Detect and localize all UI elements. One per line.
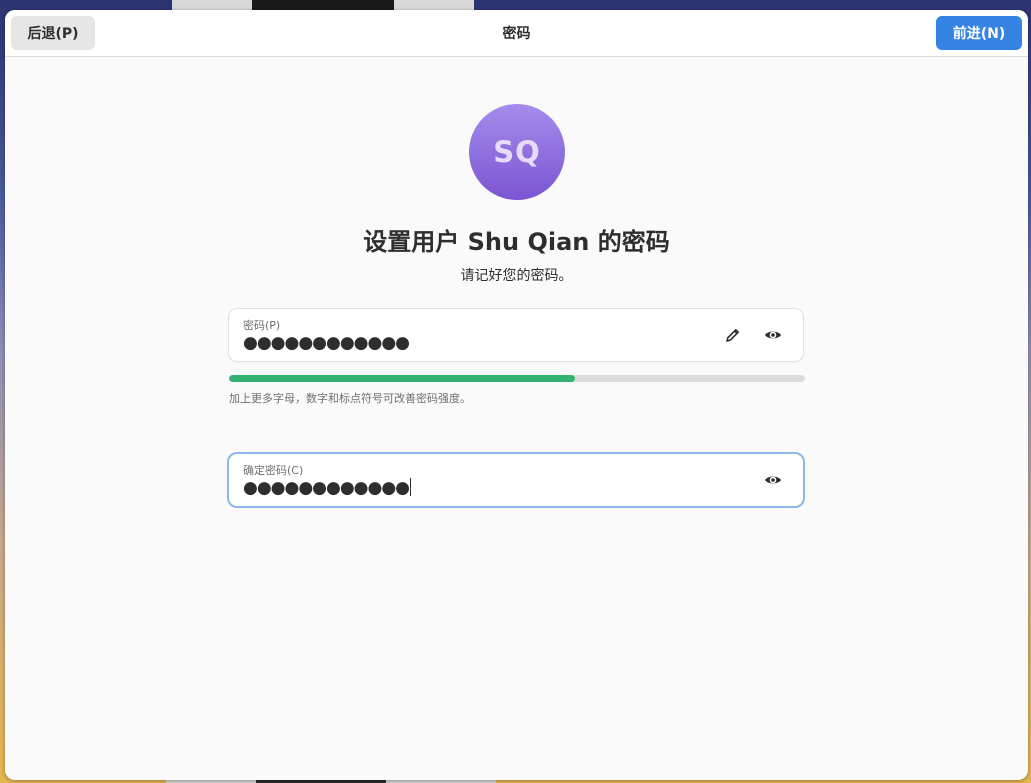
next-button[interactable]: 前进(N) [936, 16, 1022, 50]
eye-icon[interactable] [761, 323, 785, 347]
text-caret [410, 478, 412, 496]
password-field[interactable]: 密码(P) ●●●●●●●●●●●● [229, 309, 803, 361]
setup-window: 密码 后退(P) 前进(N) SQ 设置用户 Shu Qian 的密码 请记好您… [5, 10, 1028, 780]
eye-icon[interactable] [761, 468, 785, 492]
page-title: 密码 [502, 26, 531, 42]
password-field-label: 密码(P) [243, 319, 281, 332]
password-strength-hint: 加上更多字母，数字和标点符号可改善密码强度。 [229, 392, 471, 405]
back-button[interactable]: 后退(P) [11, 16, 95, 50]
avatar: SQ [469, 104, 565, 200]
password-field-value: ●●●●●●●●●●●● [243, 333, 410, 353]
confirm-password-field-label: 确定密码(C) [243, 464, 304, 477]
pencil-icon[interactable] [721, 323, 745, 347]
header-bar: 密码 后退(P) 前进(N) [5, 10, 1028, 57]
password-strength-fill [229, 375, 575, 382]
set-password-heading: 设置用户 Shu Qian 的密码 [363, 228, 670, 256]
password-strength-bar [229, 375, 805, 382]
confirm-password-field-value: ●●●●●●●●●●●● [243, 478, 412, 498]
set-password-subheading: 请记好您的密码。 [460, 268, 573, 284]
confirm-password-field[interactable]: 确定密码(C) ●●●●●●●●●●●● [229, 454, 803, 506]
